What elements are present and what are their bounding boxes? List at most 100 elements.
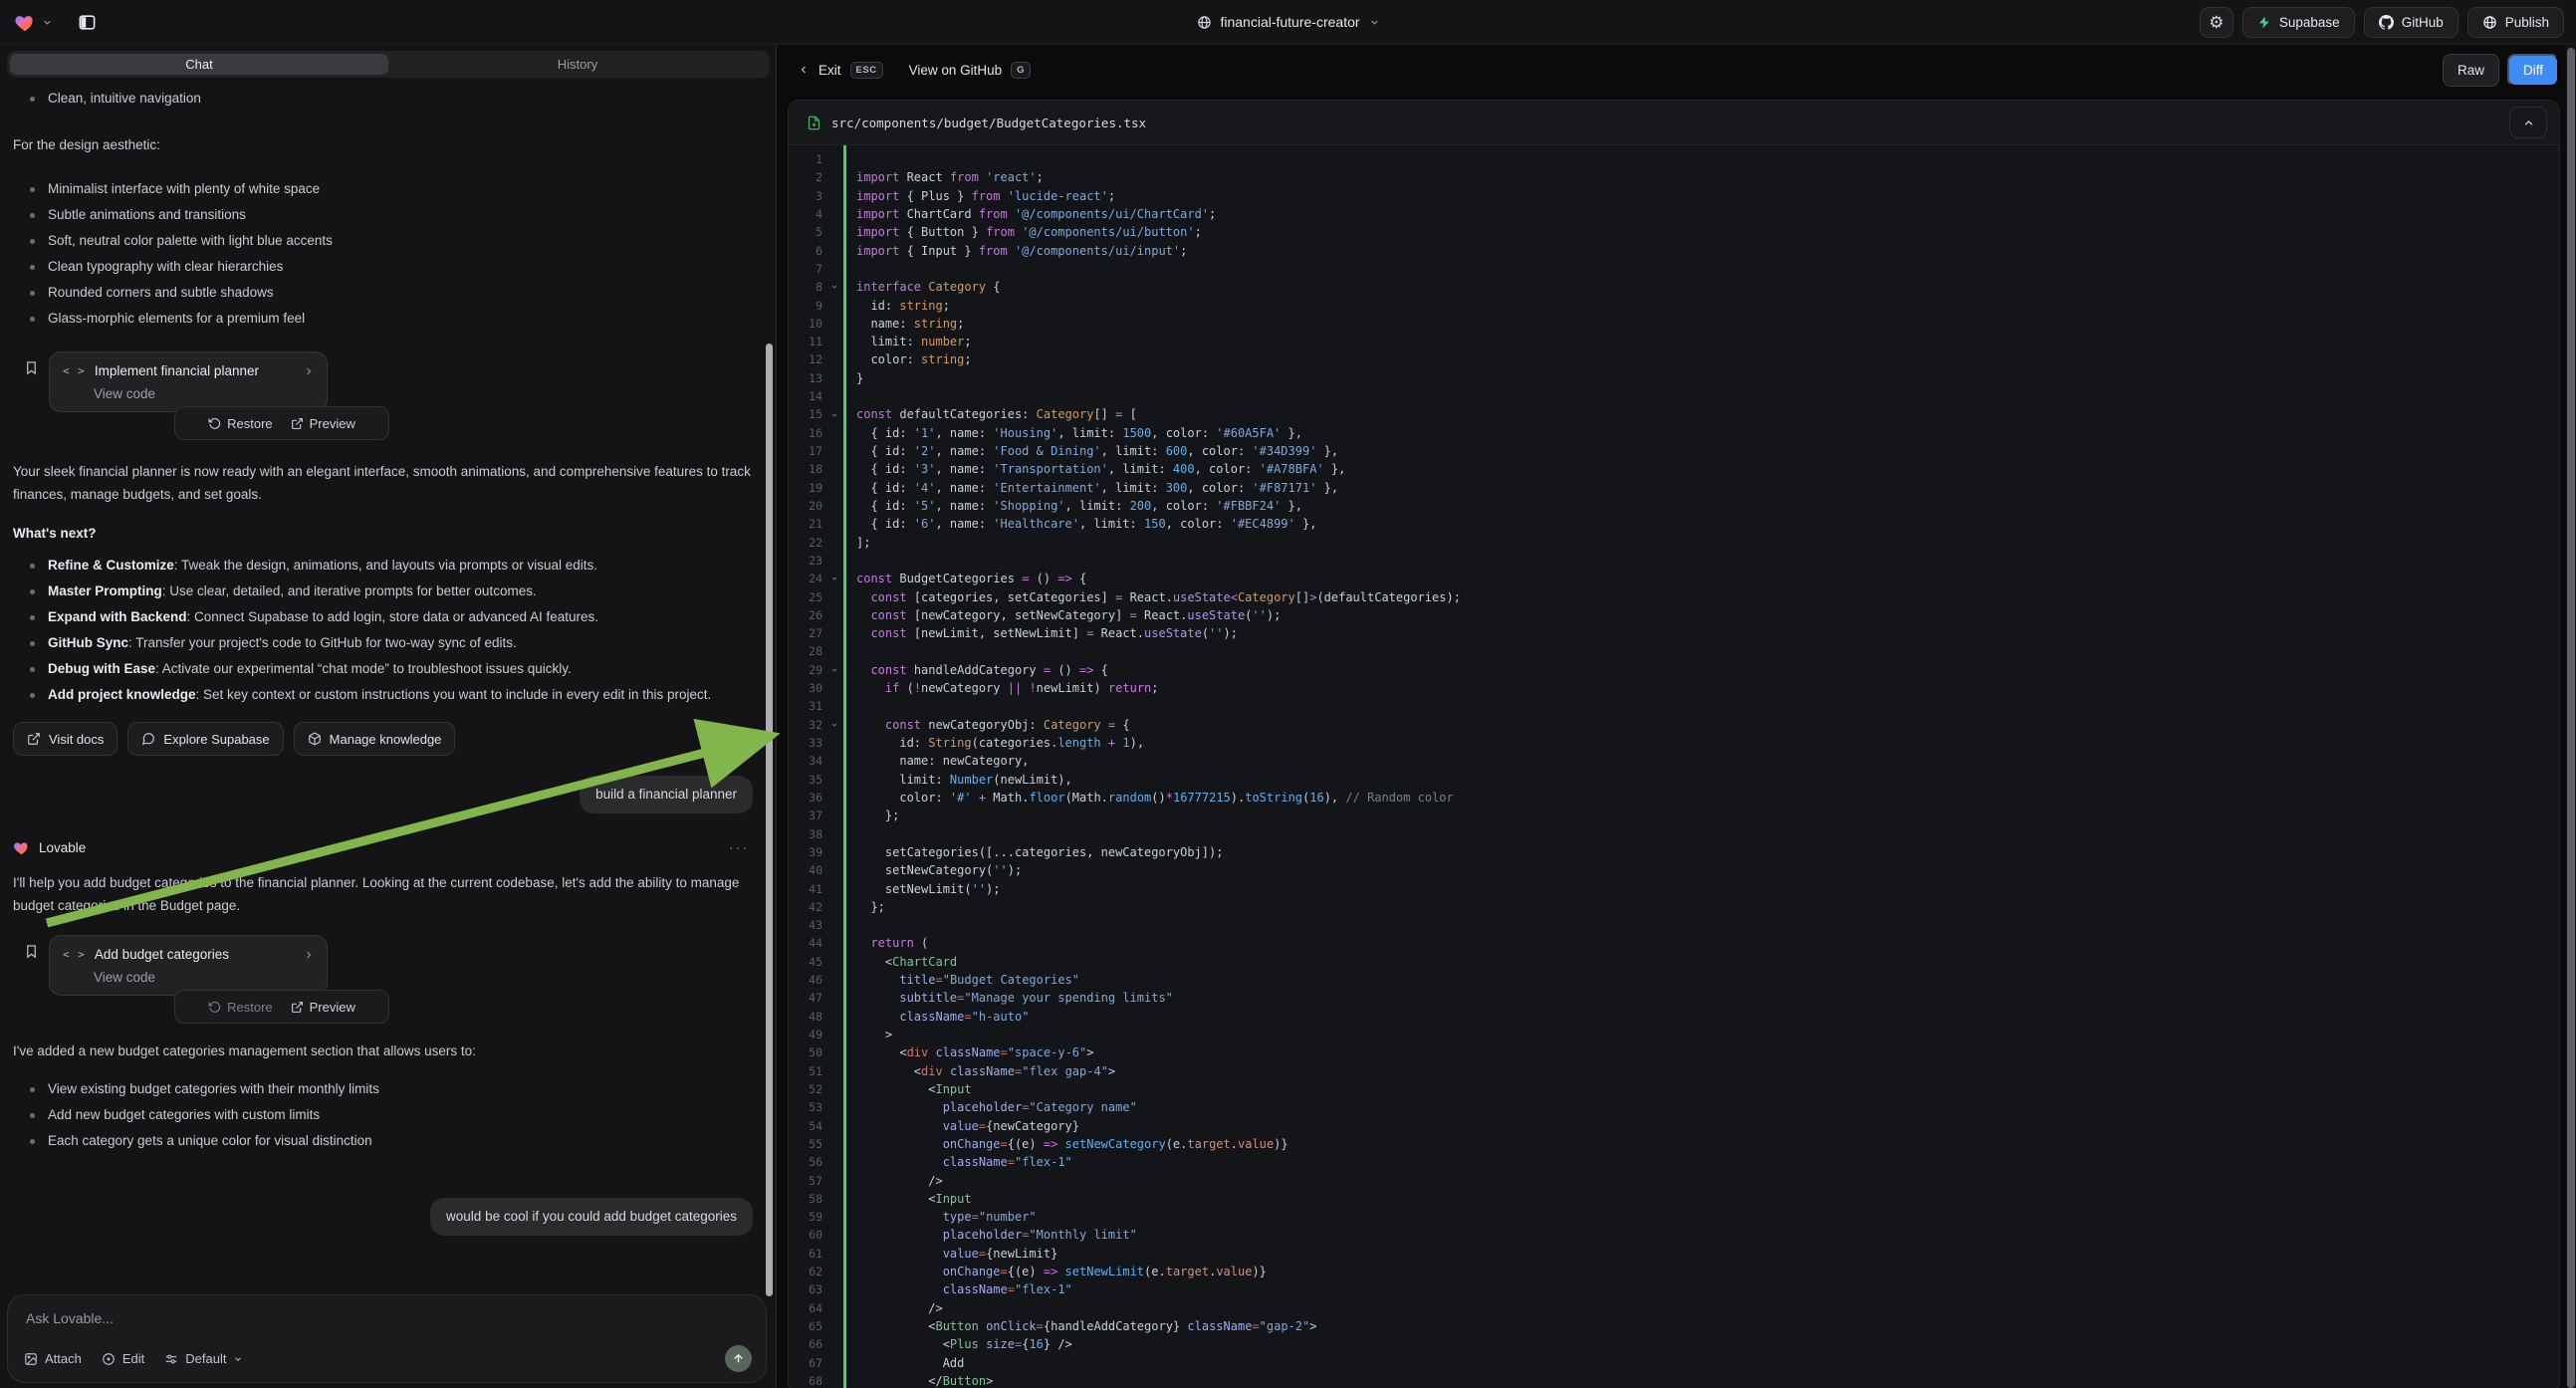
version-card-title: Add budget categories xyxy=(95,947,229,962)
chat-scrollbar[interactable] xyxy=(766,344,773,1296)
fold-gutter xyxy=(826,1080,842,1098)
model-selector[interactable]: Default xyxy=(164,1351,243,1366)
fold-gutter xyxy=(826,205,842,223)
view-code-link[interactable]: View code xyxy=(94,386,315,401)
bookmark-icon[interactable] xyxy=(24,943,39,960)
line-number: 40 xyxy=(789,861,826,879)
list-item: Minimalist interface with plenty of whit… xyxy=(13,176,763,202)
more-options-icon[interactable]: ··· xyxy=(729,839,749,855)
code-line: 67 Add xyxy=(789,1354,2559,1372)
fold-gutter xyxy=(826,1245,842,1263)
line-number: 45 xyxy=(789,953,826,971)
code-line: 10 name: string; xyxy=(789,315,2559,333)
code-line: 13} xyxy=(789,369,2559,387)
edit-mode-button[interactable]: Edit xyxy=(102,1351,144,1366)
line-number: 55 xyxy=(789,1135,826,1153)
chat-composer[interactable]: Ask Lovable... Attach Edit Default xyxy=(7,1294,767,1383)
preview-button[interactable]: Preview xyxy=(291,416,355,431)
top-bar: financial-future-creator ⚙ Supabase GitH… xyxy=(0,0,2576,45)
code-line: 32 const newCategoryObj: Category = { xyxy=(789,716,2559,734)
list-item: Clean typography with clear hierarchies xyxy=(13,254,763,280)
version-card-add-budget-categories[interactable]: < > Add budget categories View code xyxy=(49,935,328,996)
github-button[interactable]: GitHub xyxy=(2364,7,2459,38)
explore-supabase-button[interactable]: Explore Supabase xyxy=(127,722,283,756)
fold-chevron-icon[interactable] xyxy=(826,278,842,296)
fold-gutter xyxy=(826,1008,842,1026)
line-number: 5 xyxy=(789,223,826,241)
line-number: 2 xyxy=(789,168,826,186)
visit-docs-button[interactable]: Visit docs xyxy=(13,722,117,756)
line-number: 26 xyxy=(789,606,826,624)
fold-gutter xyxy=(826,387,842,405)
fold-gutter xyxy=(826,1335,842,1353)
preview-button[interactable]: Preview xyxy=(291,1000,355,1015)
code-line: 9 id: string; xyxy=(789,297,2559,315)
scrollbar-thumb[interactable] xyxy=(2567,48,2575,1388)
view-code-link[interactable]: View code xyxy=(94,970,315,985)
line-number: 6 xyxy=(789,242,826,260)
fold-chevron-icon[interactable] xyxy=(826,661,842,679)
raw-toggle-button[interactable]: Raw xyxy=(2443,54,2499,87)
manage-knowledge-button[interactable]: Manage knowledge xyxy=(294,722,456,756)
line-number: 3 xyxy=(789,187,826,205)
line-number: 15 xyxy=(789,405,826,423)
code-line: 3import { Plus } from 'lucide-react'; xyxy=(789,187,2559,205)
line-number: 10 xyxy=(789,315,826,333)
fold-gutter xyxy=(826,260,842,278)
version-card-implement-financial-planner[interactable]: < > Implement financial planner View cod… xyxy=(49,351,328,412)
diff-toggle-button[interactable]: Diff xyxy=(2507,54,2559,87)
line-number: 58 xyxy=(789,1190,826,1208)
line-number: 13 xyxy=(789,369,826,387)
line-number: 35 xyxy=(789,771,826,789)
exit-button[interactable]: Exit ESC xyxy=(798,62,883,79)
sidebar-toggle-icon[interactable] xyxy=(73,8,101,36)
fold-gutter xyxy=(826,1098,842,1116)
added-bullet-list: View existing budget categories with the… xyxy=(13,1076,763,1154)
chevron-down-icon xyxy=(233,1354,243,1364)
send-button[interactable] xyxy=(725,1345,752,1372)
code-line: 60 placeholder="Monthly limit" xyxy=(789,1226,2559,1244)
line-number: 34 xyxy=(789,752,826,770)
line-number: 41 xyxy=(789,880,826,898)
fold-gutter xyxy=(826,1280,842,1298)
package-icon xyxy=(308,732,322,746)
tab-history[interactable]: History xyxy=(388,54,767,75)
line-number: 25 xyxy=(789,588,826,606)
publish-button[interactable]: Publish xyxy=(2467,7,2564,38)
code-line: 59 type="number" xyxy=(789,1208,2559,1226)
supabase-button[interactable]: Supabase xyxy=(2242,7,2355,38)
code-line: 44 return ( xyxy=(789,934,2559,952)
line-number: 54 xyxy=(789,1117,826,1135)
fold-chevron-icon[interactable] xyxy=(826,405,842,423)
code-line: 12 color: string; xyxy=(789,350,2559,368)
window-scrollbar[interactable] xyxy=(2566,45,2576,1388)
assistant-paragraph: I've added a new budget categories manag… xyxy=(13,1040,752,1062)
chat-input[interactable]: Ask Lovable... xyxy=(26,1310,750,1326)
code-line: 6import { Input } from '@/components/ui/… xyxy=(789,242,2559,260)
line-number: 30 xyxy=(789,679,826,697)
fold-gutter xyxy=(826,1354,842,1372)
project-switcher[interactable]: financial-future-creator xyxy=(1196,14,1379,30)
workspace-chevron-down-icon[interactable] xyxy=(42,17,53,28)
bookmark-icon[interactable] xyxy=(24,359,39,376)
attach-button[interactable]: Attach xyxy=(24,1351,82,1366)
fold-gutter xyxy=(826,315,842,333)
code-file-card: src/components/budget/BudgetCategories.t… xyxy=(788,100,2560,1388)
code-line: 50 <div className="space-y-6"> xyxy=(789,1043,2559,1061)
whats-next-list: Refine & Customize: Tweak the design, an… xyxy=(13,553,763,708)
view-on-github-button[interactable]: View on GitHub G xyxy=(909,62,1031,79)
fold-chevron-icon[interactable] xyxy=(826,716,842,734)
tab-chat[interactable]: Chat xyxy=(10,54,388,75)
fold-chevron-icon[interactable] xyxy=(826,570,842,587)
collapse-file-button[interactable] xyxy=(2509,107,2547,138)
code-line: 55 onChange={(e) => setNewCategory(e.tar… xyxy=(789,1135,2559,1153)
code-line: 53 placeholder="Category name" xyxy=(789,1098,2559,1116)
line-number: 19 xyxy=(789,479,826,497)
supabase-bolt-icon xyxy=(2257,15,2271,30)
restore-button[interactable]: Restore xyxy=(208,416,273,431)
file-header[interactable]: src/components/budget/BudgetCategories.t… xyxy=(789,101,2559,145)
restore-button[interactable]: Restore xyxy=(208,1000,273,1015)
settings-button[interactable]: ⚙ xyxy=(2200,7,2233,38)
code-editor: 1 2import React from 'react';3import { P… xyxy=(789,145,2559,1388)
lovable-logo-icon[interactable] xyxy=(14,12,36,32)
